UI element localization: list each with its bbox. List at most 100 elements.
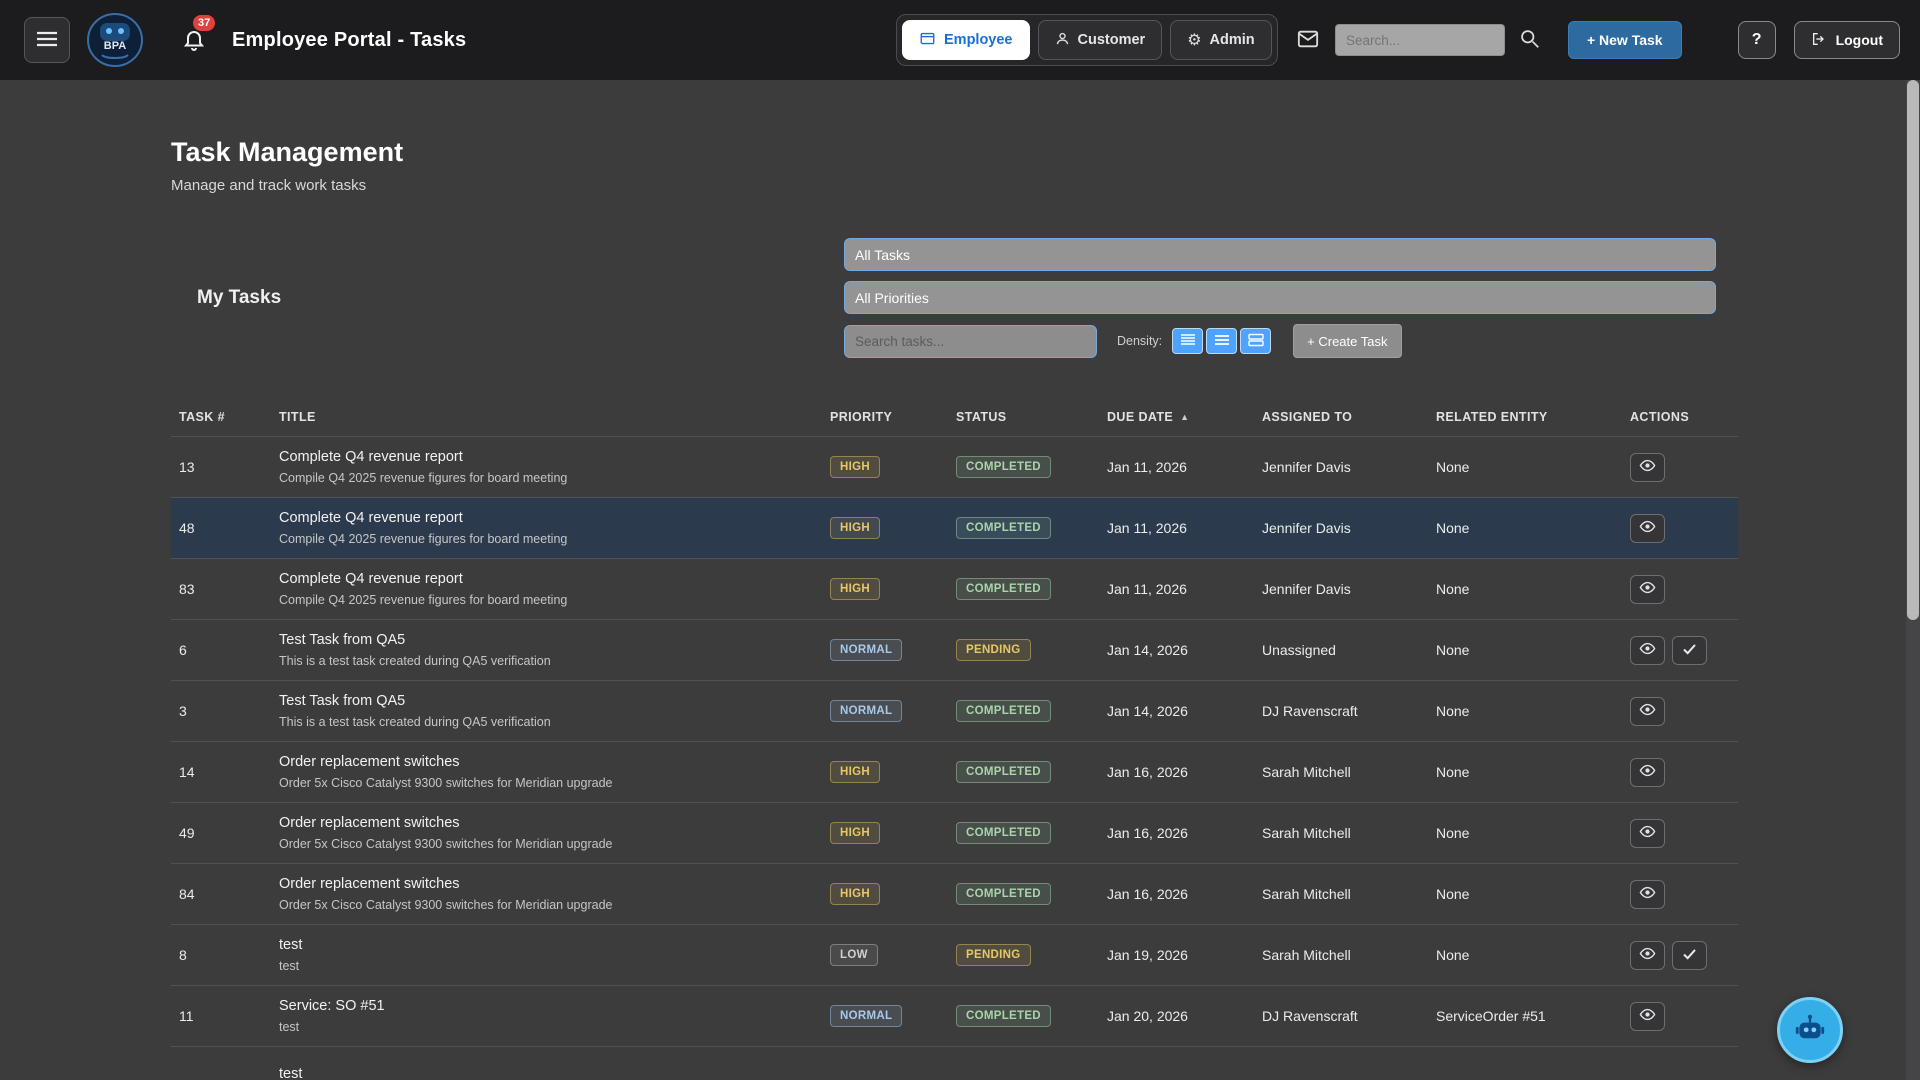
priority-badge: HIGH xyxy=(830,517,880,539)
due-date: Jan 16, 2026 xyxy=(1099,825,1254,841)
status-badge: COMPLETED xyxy=(956,1005,1051,1027)
related-entity: None xyxy=(1428,947,1622,963)
assistant-fab-button[interactable] xyxy=(1777,997,1843,1063)
density-comfortable-button[interactable] xyxy=(1206,328,1237,354)
priority-badge: NORMAL xyxy=(830,1005,902,1027)
status-badge: COMPLETED xyxy=(956,517,1051,539)
task-description: Compile Q4 2025 revenue figures for boar… xyxy=(279,471,822,485)
table-row[interactable]: test xyxy=(171,1046,1738,1080)
task-title: Test Task from QA5 xyxy=(279,693,822,709)
task-number: 11 xyxy=(171,1008,271,1024)
logout-button[interactable]: Logout xyxy=(1794,21,1900,59)
related-entity: None xyxy=(1428,703,1622,719)
related-entity: None xyxy=(1428,642,1622,658)
col-title[interactable]: TITLE xyxy=(271,410,822,424)
task-description: test xyxy=(279,959,822,973)
controls-row: My Tasks All Tasks All Priorities Densit… xyxy=(171,238,1738,358)
search-button[interactable] xyxy=(1519,28,1540,52)
priority-badge: HIGH xyxy=(830,456,880,478)
view-task-button[interactable] xyxy=(1630,941,1665,970)
task-filter-select[interactable]: All Tasks xyxy=(844,238,1716,271)
tab-label: Customer xyxy=(1078,32,1146,48)
view-task-button[interactable] xyxy=(1630,453,1665,482)
task-number: 13 xyxy=(171,459,271,475)
assigned-to: Jennifer Davis xyxy=(1254,520,1428,536)
view-task-button[interactable] xyxy=(1630,697,1665,726)
col-related-entity[interactable]: RELATED ENTITY xyxy=(1428,410,1622,424)
eye-icon xyxy=(1639,459,1656,475)
due-date-header-label: DUE DATE xyxy=(1107,410,1173,424)
role-switcher: Employee Customer ⚙ Admin xyxy=(896,14,1278,66)
status-badge: COMPLETED xyxy=(956,822,1051,844)
messages-button[interactable] xyxy=(1295,28,1321,53)
table-row[interactable]: 84 Order replacement switches Order 5x C… xyxy=(171,863,1738,924)
density-label: Density: xyxy=(1117,334,1162,348)
table-row[interactable]: 13 Complete Q4 revenue report Compile Q4… xyxy=(171,436,1738,497)
table-row[interactable]: 8 test test LOW PENDING Jan 19, 2026 Sar… xyxy=(171,924,1738,985)
robot-icon xyxy=(1793,1012,1827,1049)
table-row[interactable]: 14 Order replacement switches Order 5x C… xyxy=(171,741,1738,802)
complete-task-button[interactable] xyxy=(1672,636,1707,665)
due-date: Jan 16, 2026 xyxy=(1099,764,1254,780)
col-task-number[interactable]: TASK # xyxy=(171,410,271,424)
check-icon xyxy=(1683,642,1696,658)
check-icon xyxy=(1683,947,1696,963)
col-due-date[interactable]: DUE DATE ▲ xyxy=(1099,410,1254,424)
task-number: 14 xyxy=(171,764,271,780)
task-description: Compile Q4 2025 revenue figures for boar… xyxy=(279,532,822,546)
status-badge: PENDING xyxy=(956,639,1031,661)
col-priority[interactable]: PRIORITY xyxy=(822,410,948,424)
task-title: Order replacement switches xyxy=(279,815,822,831)
assigned-to: DJ Ravenscraft xyxy=(1254,703,1428,719)
assigned-to: Jennifer Davis xyxy=(1254,459,1428,475)
due-date: Jan 11, 2026 xyxy=(1099,459,1254,475)
view-task-button[interactable] xyxy=(1630,575,1665,604)
tab-admin[interactable]: ⚙ Admin xyxy=(1170,20,1271,60)
task-table-body: 13 Complete Q4 revenue report Compile Q4… xyxy=(171,436,1738,1080)
assigned-to: Jennifer Davis xyxy=(1254,581,1428,597)
col-assigned-to[interactable]: ASSIGNED TO xyxy=(1254,410,1428,424)
tab-label: Employee xyxy=(944,32,1013,48)
table-row[interactable]: 49 Order replacement switches Order 5x C… xyxy=(171,802,1738,863)
section-title: My Tasks xyxy=(197,287,281,309)
related-entity: None xyxy=(1428,459,1622,475)
table-row[interactable]: 6 Test Task from QA5 This is a test task… xyxy=(171,619,1738,680)
task-title: Service: SO #51 xyxy=(279,998,822,1014)
new-task-button[interactable]: + New Task xyxy=(1568,21,1682,59)
global-search-input[interactable] xyxy=(1335,24,1505,56)
complete-task-button[interactable] xyxy=(1672,941,1707,970)
table-row[interactable]: 11 Service: SO #51 test NORMAL COMPLETED… xyxy=(171,985,1738,1046)
view-task-button[interactable] xyxy=(1630,514,1665,543)
related-entity: None xyxy=(1428,825,1622,841)
scrollbar-thumb[interactable] xyxy=(1907,80,1919,620)
table-row[interactable]: 83 Complete Q4 revenue report Compile Q4… xyxy=(171,558,1738,619)
task-number: 84 xyxy=(171,886,271,902)
view-task-button[interactable] xyxy=(1630,758,1665,787)
view-task-button[interactable] xyxy=(1630,636,1665,665)
density-compact-button[interactable] xyxy=(1172,328,1203,354)
due-date: Jan 14, 2026 xyxy=(1099,703,1254,719)
portal-title: Employee Portal - Tasks xyxy=(232,29,466,52)
priority-badge: NORMAL xyxy=(830,700,902,722)
create-task-button[interactable]: + Create Task xyxy=(1293,324,1401,358)
menu-button[interactable] xyxy=(24,17,70,63)
view-task-button[interactable] xyxy=(1630,1002,1665,1031)
priority-filter-select[interactable]: All Priorities xyxy=(844,281,1716,314)
logout-icon xyxy=(1811,31,1827,50)
notifications-button[interactable]: 37 xyxy=(182,26,210,54)
tab-customer[interactable]: Customer xyxy=(1038,20,1163,60)
help-button[interactable]: ? xyxy=(1738,21,1776,59)
table-row[interactable]: 3 Test Task from QA5 This is a test task… xyxy=(171,680,1738,741)
tab-employee[interactable]: Employee xyxy=(902,20,1030,60)
view-task-button[interactable] xyxy=(1630,819,1665,848)
density-spacious-button[interactable] xyxy=(1240,328,1271,354)
related-entity: None xyxy=(1428,886,1622,902)
view-task-button[interactable] xyxy=(1630,880,1665,909)
task-number: 83 xyxy=(171,581,271,597)
col-status[interactable]: STATUS xyxy=(948,410,1099,424)
task-description: test xyxy=(279,1020,822,1034)
table-row[interactable]: 48 Complete Q4 revenue report Compile Q4… xyxy=(171,497,1738,558)
person-icon xyxy=(1055,31,1070,50)
task-title: Order replacement switches xyxy=(279,754,822,770)
task-search-input[interactable] xyxy=(844,325,1097,358)
